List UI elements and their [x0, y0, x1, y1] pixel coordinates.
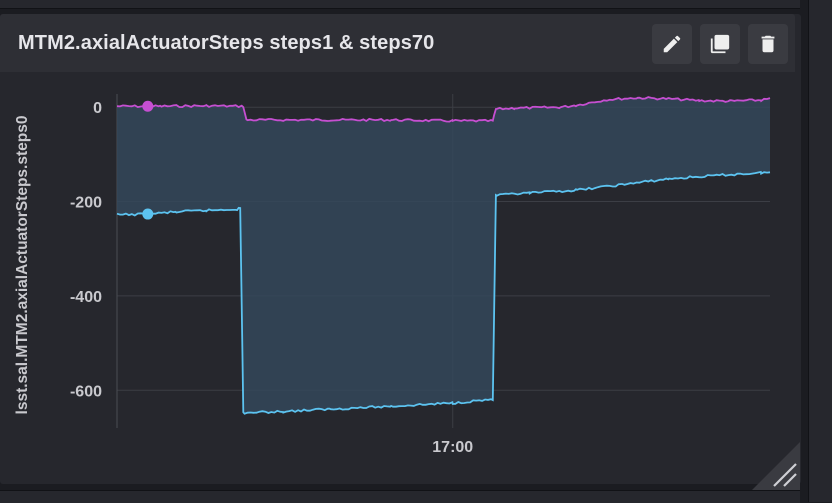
duplicate-button[interactable] — [700, 24, 740, 64]
series-marker — [142, 100, 154, 112]
adjacent-panel-right — [808, 0, 832, 502]
series-band-fill — [117, 97, 770, 413]
dashboard-frame: MTM2.axialActuatorSteps steps1 & steps70… — [0, 0, 832, 503]
pencil-icon — [663, 35, 681, 53]
trash-icon — [761, 35, 775, 53]
edit-button[interactable] — [652, 24, 692, 64]
panel-title: MTM2.axialActuatorSteps steps1 & steps70 — [18, 32, 435, 54]
duplicate-icon — [710, 34, 730, 54]
y-tick-label: -400 — [70, 289, 102, 306]
y-tick-label: -600 — [70, 383, 102, 400]
adjacent-panel-top — [0, 0, 800, 9]
panel-header: MTM2.axialActuatorSteps steps1 & steps70 — [0, 14, 795, 72]
y-tick-label: -200 — [70, 195, 102, 212]
delete-button[interactable] — [748, 24, 788, 64]
resize-handle[interactable] — [752, 442, 800, 490]
chart-panel: MTM2.axialActuatorSteps steps1 & steps70… — [0, 14, 801, 490]
x-tick-label: 17:00 — [432, 439, 473, 456]
y-tick-label: 0 — [93, 100, 102, 117]
adjacent-panel-bottom — [0, 490, 800, 503]
series-marker — [142, 208, 154, 220]
chart: 0 -200 -400 -600 17:00 lsst.sal.MTM2.axialAct… — [14, 94, 771, 456]
y-axis-label: lsst.sal.MTM2.axialActuatorSteps.steps0 — [14, 116, 31, 415]
